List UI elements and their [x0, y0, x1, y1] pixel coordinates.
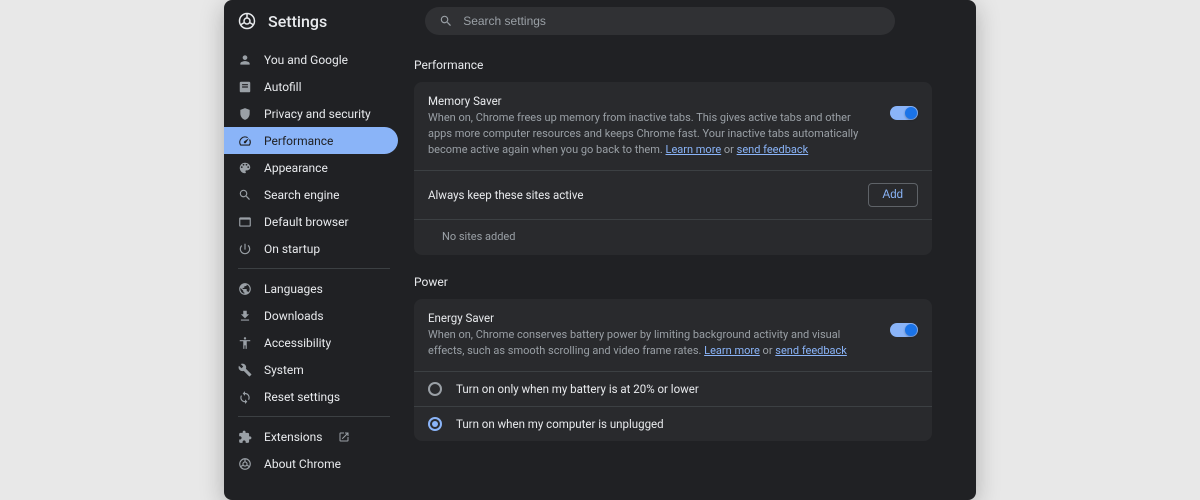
memory-saver-toggle[interactable]	[890, 106, 918, 120]
appearance-icon	[238, 161, 252, 175]
energy-saver-toggle[interactable]	[890, 323, 918, 337]
energy-saver-description: When on, Chrome conserves battery power …	[428, 327, 876, 359]
default-browser-icon	[238, 215, 252, 229]
radio-label: Turn on when my computer is unplugged	[456, 417, 664, 431]
radio-label: Turn on only when my battery is at 20% o…	[456, 382, 699, 396]
energy-saver-title: Energy Saver	[428, 311, 876, 325]
sidebar-item-system[interactable]: System	[224, 356, 398, 383]
section-title-performance: Performance	[414, 58, 932, 72]
energy-saver-row: Energy Saver When on, Chrome conserves b…	[414, 299, 932, 371]
sidebar-item-label: Downloads	[264, 309, 324, 323]
globe-icon	[238, 282, 252, 296]
always-active-title: Always keep these sites active	[428, 188, 854, 202]
sidebar-item-label: Reset settings	[264, 390, 340, 404]
sidebar-item-on-startup[interactable]: On startup	[224, 235, 398, 262]
sidebar-item-label: On startup	[264, 242, 320, 256]
sidebar-item-label: Privacy and security	[264, 107, 371, 121]
always-active-content: Always keep these sites active	[428, 188, 854, 202]
autofill-icon	[238, 80, 252, 94]
accessibility-icon	[238, 336, 252, 350]
learn-more-link[interactable]: Learn more	[666, 143, 722, 156]
sidebar-item-label: Extensions	[264, 430, 322, 444]
sidebar-item-label: Autofill	[264, 80, 302, 94]
memory-saver-title: Memory Saver	[428, 94, 876, 108]
search-icon	[238, 188, 252, 202]
power-icon	[238, 242, 252, 256]
send-feedback-link[interactable]: send feedback	[737, 143, 809, 156]
sidebar-item-label: About Chrome	[264, 457, 341, 471]
sidebar-item-label: Performance	[264, 134, 333, 148]
sidebar-item-accessibility[interactable]: Accessibility	[224, 329, 398, 356]
content: Performance Memory Saver When on, Chrome…	[402, 42, 976, 500]
section-title-power: Power	[414, 275, 932, 289]
energy-saver-card: Energy Saver When on, Chrome conserves b…	[414, 299, 932, 441]
always-active-row: Always keep these sites active Add	[414, 170, 932, 219]
performance-icon	[238, 134, 252, 148]
divider	[238, 416, 390, 417]
sidebar-item-downloads[interactable]: Downloads	[224, 302, 398, 329]
sidebar-item-label: Accessibility	[264, 336, 331, 350]
no-sites-message: No sites added	[414, 219, 932, 255]
sidebar-item-extensions[interactable]: Extensions	[224, 423, 398, 450]
chrome-logo-icon	[238, 12, 256, 30]
sidebar-item-autofill[interactable]: Autofill	[224, 73, 398, 100]
send-feedback-link[interactable]: send feedback	[775, 344, 847, 357]
external-link-icon	[338, 431, 350, 443]
divider	[238, 268, 390, 269]
download-icon	[238, 309, 252, 323]
sidebar-item-label: Default browser	[264, 215, 349, 229]
extensions-icon	[238, 430, 252, 444]
learn-more-link[interactable]: Learn more	[704, 344, 760, 357]
radio-row-unplugged[interactable]: Turn on when my computer is unplugged	[414, 406, 932, 441]
sidebar-item-search-engine[interactable]: Search engine	[224, 181, 398, 208]
sidebar-item-label: Search engine	[264, 188, 339, 202]
sidebar-item-label: You and Google	[264, 53, 348, 67]
or-text: or	[760, 344, 775, 357]
body: You and Google Autofill Privacy and secu…	[224, 42, 976, 500]
search-input[interactable]	[463, 14, 881, 28]
memory-saver-row: Memory Saver When on, Chrome frees up me…	[414, 82, 932, 170]
search-icon	[439, 14, 453, 28]
search-box[interactable]	[425, 7, 895, 35]
sidebar-item-you-and-google[interactable]: You and Google	[224, 46, 398, 73]
sidebar: You and Google Autofill Privacy and secu…	[224, 42, 402, 500]
memory-saver-description: When on, Chrome frees up memory from ina…	[428, 110, 876, 158]
sidebar-item-privacy-and-security[interactable]: Privacy and security	[224, 100, 398, 127]
sidebar-item-label: Appearance	[264, 161, 328, 175]
or-text: or	[721, 143, 736, 156]
page-title: Settings	[268, 12, 327, 31]
sidebar-item-label: System	[264, 363, 304, 377]
system-icon	[238, 363, 252, 377]
person-icon	[238, 53, 252, 67]
memory-saver-card: Memory Saver When on, Chrome frees up me…	[414, 82, 932, 255]
sidebar-item-performance[interactable]: Performance	[224, 127, 398, 154]
sidebar-item-label: Languages	[264, 282, 323, 296]
energy-saver-content: Energy Saver When on, Chrome conserves b…	[428, 311, 876, 359]
sidebar-item-default-browser[interactable]: Default browser	[224, 208, 398, 235]
chrome-icon	[238, 457, 252, 471]
memory-saver-content: Memory Saver When on, Chrome frees up me…	[428, 94, 876, 158]
sidebar-item-languages[interactable]: Languages	[224, 275, 398, 302]
header: Settings	[224, 0, 976, 42]
add-button[interactable]: Add	[868, 183, 918, 207]
sidebar-item-appearance[interactable]: Appearance	[224, 154, 398, 181]
radio-button[interactable]	[428, 417, 442, 431]
shield-icon	[238, 107, 252, 121]
reset-icon	[238, 390, 252, 404]
radio-button[interactable]	[428, 382, 442, 396]
sidebar-item-reset-settings[interactable]: Reset settings	[224, 383, 398, 410]
settings-window: Settings You and Google Autofill Privacy…	[224, 0, 976, 500]
sidebar-item-about-chrome[interactable]: About Chrome	[224, 450, 398, 477]
radio-row-battery-20[interactable]: Turn on only when my battery is at 20% o…	[414, 371, 932, 406]
